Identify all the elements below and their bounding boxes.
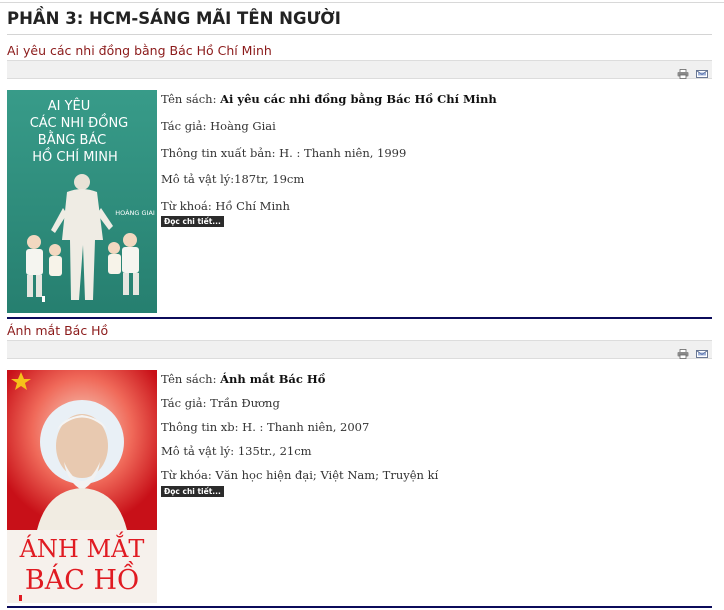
field-value: Hoàng Giai: [210, 119, 276, 133]
cover-title-line: BẰNG BÁC: [38, 131, 106, 148]
field-keywords: Từ khoá: Hồ Chí Minh: [161, 199, 290, 213]
field-label: Từ khóa:: [161, 468, 216, 482]
field-physical: Mô tả vật lý:187tr, 19cm: [161, 172, 304, 186]
field-value: Ánh mắt Bác Hồ: [220, 372, 326, 386]
field-value: 135tr., 21cm: [237, 444, 312, 458]
field-value: 187tr, 19cm: [234, 172, 305, 186]
article-1: Ai yêu các nhi đồng bằng Bác Hồ Chí Minh…: [7, 40, 712, 319]
field-publication: Thông tin xb: H. : Thanh niên, 2007: [161, 420, 369, 434]
cover-title-line: ÁNH MẮT: [19, 531, 145, 563]
field-label: Tác giả:: [161, 119, 211, 133]
article-divider: [7, 317, 712, 319]
field-physical: Mô tả vật lý: 135tr., 21cm: [161, 444, 312, 458]
page-title: PHẦN 3: HCM-SÁNG MÃI TÊN NGƯỜI: [7, 9, 341, 28]
article-toolbar: [7, 340, 712, 359]
cover-title-line: CÁC NHI ĐỒNG: [30, 114, 129, 131]
field-value: Hồ Chí Minh: [215, 199, 290, 213]
field-label: Từ khoá:: [161, 199, 216, 213]
cover-author: HOÀNG GIAI: [115, 208, 155, 217]
article-title-link[interactable]: Ai yêu các nhi đồng bằng Bác Hồ Chí Minh: [7, 43, 272, 58]
cover-title-line: BÁC HỒ: [25, 559, 139, 596]
cover-title-line: HỒ CHÍ MINH: [32, 148, 118, 165]
field-publication: Thông tin xuất bản: H. : Thanh niên, 199…: [161, 146, 406, 160]
field-label: Tên sách:: [161, 92, 221, 106]
field-author: Tác giả: Hoàng Giai: [161, 119, 276, 133]
field-title: Tên sách: Ánh mắt Bác Hồ: [161, 372, 325, 386]
book-info: Tên sách: Ánh mắt Bác Hồ Tác giả: Trần Đ…: [161, 370, 711, 510]
field-label: Mô tả vật lý:: [161, 444, 238, 458]
email-icon[interactable]: [696, 344, 708, 358]
book-info: Tên sách: Ai yêu các nhi đồng bằng Bác H…: [161, 90, 711, 240]
read-more-button[interactable]: Đọc chi tiết...: [161, 216, 224, 227]
article-toolbar: [7, 60, 712, 79]
title-divider: [7, 34, 712, 35]
field-label: Tên sách:: [161, 372, 221, 386]
field-value: Trần Đương: [210, 396, 280, 410]
field-label: Tác giả:: [161, 396, 211, 410]
book-cover: ÁNH MẮT BÁC HỒ: [7, 370, 157, 603]
field-author: Tác giả: Trần Đương: [161, 396, 280, 410]
page: PHẦN 3: HCM-SÁNG MÃI TÊN NGƯỜI Ai yêu cá…: [0, 0, 724, 610]
field-label: Mô tả vật lý:: [161, 172, 235, 186]
book-cover: AI YÊU CÁC NHI ĐỒNG BẰNG BÁC HỒ CHÍ MINH: [7, 90, 157, 313]
field-value: Ai yêu các nhi đồng bằng Bác Hồ Chí Minh: [220, 92, 497, 106]
field-label: Thông tin xuất bản:: [161, 146, 280, 160]
field-value: H. : Thanh niên, 1999: [279, 146, 407, 160]
field-keywords: Từ khóa: Văn học hiện đại; Việt Nam; Tru…: [161, 468, 438, 482]
cover-title-line: AI YÊU: [48, 98, 91, 114]
field-label: Thông tin xb:: [161, 420, 243, 434]
article-2: Ánh mắt Bác Hồ ÁNH MẮT BÁC HỒ Tên sách: …: [7, 320, 712, 608]
article-divider: [7, 606, 712, 608]
printer-icon[interactable]: [677, 64, 689, 79]
read-more-button[interactable]: Đọc chi tiết...: [161, 486, 224, 497]
article-title-link[interactable]: Ánh mắt Bác Hồ: [7, 323, 108, 338]
field-value: H. : Thanh niên, 2007: [242, 420, 370, 434]
field-title: Tên sách: Ai yêu các nhi đồng bằng Bác H…: [161, 92, 497, 106]
top-divider: [0, 2, 724, 3]
email-icon[interactable]: [696, 64, 708, 78]
field-value: Văn học hiện đại; Việt Nam; Truyện kí: [215, 468, 439, 482]
printer-icon[interactable]: [677, 344, 689, 359]
